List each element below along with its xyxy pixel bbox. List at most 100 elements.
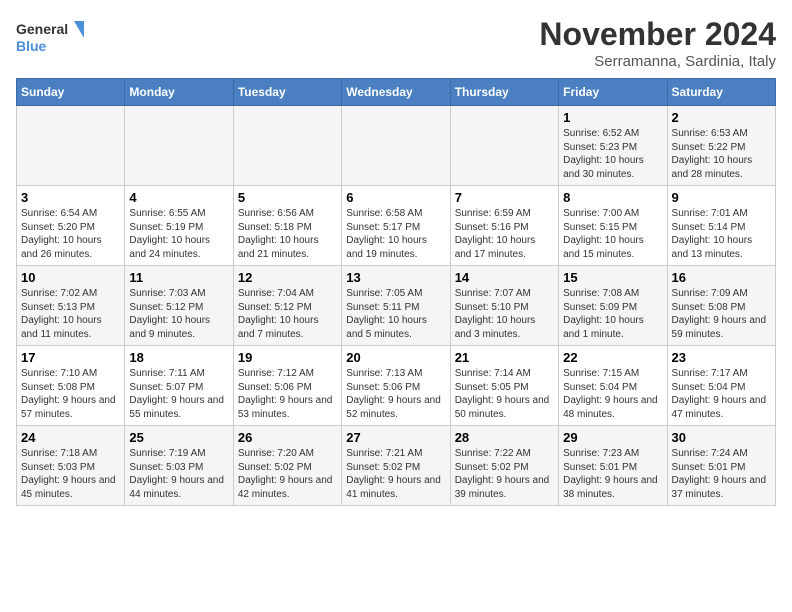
day-cell: 3 Sunrise: 6:54 AM Sunset: 5:20 PM Daylig…: [17, 186, 125, 266]
day-cell: 17 Sunrise: 7:10 AM Sunset: 5:08 PM Dayli…: [17, 346, 125, 426]
week-row-2: 3 Sunrise: 6:54 AM Sunset: 5:20 PM Daylig…: [17, 186, 776, 266]
day-number: 23: [672, 350, 771, 365]
day-cell: 1 Sunrise: 6:52 AM Sunset: 5:23 PM Daylig…: [559, 106, 667, 186]
logo-svg: General Blue: [16, 16, 86, 61]
day-cell: 11Sunrise: 7:03 AM Sunset: 5:12 PM Dayli…: [125, 266, 233, 346]
week-row-1: 1 Sunrise: 6:52 AM Sunset: 5:23 PM Daylig…: [17, 106, 776, 186]
day-number: 13: [346, 270, 445, 285]
day-info: Sunrise: 7:17 AM Sunset: 5:04 PM Dayligh…: [672, 367, 771, 421]
day-cell: 28 Sunrise: 7:22 AM Sunset: 5:02 PM Dayli…: [450, 426, 558, 506]
month-title: November 2024: [539, 16, 776, 53]
day-number: 28: [455, 430, 554, 445]
day-info: Sunrise: 6:54 AM Sunset: 5:20 PM Dayligh…: [21, 207, 120, 261]
day-info: Sunrise: 7:11 AM Sunset: 5:07 PM Dayligh…: [129, 367, 228, 421]
day-info: Sunrise: 6:52 AM Sunset: 5:23 PM Dayligh…: [563, 127, 662, 181]
calendar-table: SundayMondayTuesdayWednesdayThursdayFrid…: [16, 78, 776, 506]
day-number: 11: [129, 270, 228, 285]
day-cell: 7Sunrise: 6:59 AM Sunset: 5:16 PM Daylig…: [450, 186, 558, 266]
day-info: Sunrise: 7:22 AM Sunset: 5:02 PM Dayligh…: [455, 447, 554, 501]
day-number: 1: [563, 110, 662, 125]
day-cell: 22Sunrise: 7:15 AM Sunset: 5:04 PM Dayli…: [559, 346, 667, 426]
subtitle: Serramanna, Sardinia, Italy: [539, 53, 776, 70]
day-cell: 20 Sunrise: 7:13 AM Sunset: 5:06 PM Dayli…: [342, 346, 450, 426]
day-cell: 30 Sunrise: 7:24 AM Sunset: 5:01 PM Dayli…: [667, 426, 775, 506]
day-cell: 24 Sunrise: 7:18 AM Sunset: 5:03 PM Dayli…: [17, 426, 125, 506]
column-header-sunday: Sunday: [17, 79, 125, 106]
day-cell: 16Sunrise: 7:09 AM Sunset: 5:08 PM Dayli…: [667, 266, 775, 346]
day-number: 12: [238, 270, 337, 285]
day-info: Sunrise: 7:07 AM Sunset: 5:10 PM Dayligh…: [455, 287, 554, 341]
day-number: 15: [563, 270, 662, 285]
day-cell: 9 Sunrise: 7:01 AM Sunset: 5:14 PM Daylig…: [667, 186, 775, 266]
day-number: 26: [238, 430, 337, 445]
column-header-monday: Monday: [125, 79, 233, 106]
day-cell: 13 Sunrise: 7:05 AM Sunset: 5:11 PM Dayli…: [342, 266, 450, 346]
day-info: Sunrise: 7:12 AM Sunset: 5:06 PM Dayligh…: [238, 367, 337, 421]
day-info: Sunrise: 7:13 AM Sunset: 5:06 PM Dayligh…: [346, 367, 445, 421]
day-number: 24: [21, 430, 120, 445]
svg-text:General: General: [16, 21, 68, 37]
day-number: 19: [238, 350, 337, 365]
day-number: 7: [455, 190, 554, 205]
day-cell: 4 Sunrise: 6:55 AM Sunset: 5:19 PM Daylig…: [125, 186, 233, 266]
svg-text:Blue: Blue: [16, 38, 47, 54]
day-number: 3: [21, 190, 120, 205]
header: General Blue November 2024 Serramanna, S…: [16, 16, 776, 70]
day-number: 6: [346, 190, 445, 205]
day-cell: [450, 106, 558, 186]
day-cell: [342, 106, 450, 186]
day-info: Sunrise: 7:20 AM Sunset: 5:02 PM Dayligh…: [238, 447, 337, 501]
day-number: 16: [672, 270, 771, 285]
day-info: Sunrise: 6:58 AM Sunset: 5:17 PM Dayligh…: [346, 207, 445, 261]
day-info: Sunrise: 7:15 AM Sunset: 5:04 PM Dayligh…: [563, 367, 662, 421]
day-cell: [233, 106, 341, 186]
day-cell: 29Sunrise: 7:23 AM Sunset: 5:01 PM Dayli…: [559, 426, 667, 506]
day-number: 14: [455, 270, 554, 285]
day-number: 30: [672, 430, 771, 445]
day-number: 20: [346, 350, 445, 365]
day-info: Sunrise: 7:04 AM Sunset: 5:12 PM Dayligh…: [238, 287, 337, 341]
day-number: 17: [21, 350, 120, 365]
day-info: Sunrise: 6:55 AM Sunset: 5:19 PM Dayligh…: [129, 207, 228, 261]
day-cell: 8 Sunrise: 7:00 AM Sunset: 5:15 PM Daylig…: [559, 186, 667, 266]
day-cell: 2Sunrise: 6:53 AM Sunset: 5:22 PM Daylig…: [667, 106, 775, 186]
day-number: 8: [563, 190, 662, 205]
day-cell: 15Sunrise: 7:08 AM Sunset: 5:09 PM Dayli…: [559, 266, 667, 346]
header-row: SundayMondayTuesdayWednesdayThursdayFrid…: [17, 79, 776, 106]
column-header-wednesday: Wednesday: [342, 79, 450, 106]
day-info: Sunrise: 7:05 AM Sunset: 5:11 PM Dayligh…: [346, 287, 445, 341]
day-cell: 21Sunrise: 7:14 AM Sunset: 5:05 PM Dayli…: [450, 346, 558, 426]
day-cell: 18Sunrise: 7:11 AM Sunset: 5:07 PM Dayli…: [125, 346, 233, 426]
day-cell: 10Sunrise: 7:02 AM Sunset: 5:13 PM Dayli…: [17, 266, 125, 346]
day-number: 21: [455, 350, 554, 365]
day-number: 25: [129, 430, 228, 445]
day-number: 9: [672, 190, 771, 205]
day-cell: 6 Sunrise: 6:58 AM Sunset: 5:17 PM Daylig…: [342, 186, 450, 266]
day-info: Sunrise: 7:21 AM Sunset: 5:02 PM Dayligh…: [346, 447, 445, 501]
day-number: 29: [563, 430, 662, 445]
week-row-3: 10Sunrise: 7:02 AM Sunset: 5:13 PM Dayli…: [17, 266, 776, 346]
day-info: Sunrise: 7:18 AM Sunset: 5:03 PM Dayligh…: [21, 447, 120, 501]
column-header-saturday: Saturday: [667, 79, 775, 106]
day-cell: 26 Sunrise: 7:20 AM Sunset: 5:02 PM Dayli…: [233, 426, 341, 506]
day-info: Sunrise: 6:56 AM Sunset: 5:18 PM Dayligh…: [238, 207, 337, 261]
day-cell: 23 Sunrise: 7:17 AM Sunset: 5:04 PM Dayli…: [667, 346, 775, 426]
day-number: 10: [21, 270, 120, 285]
day-info: Sunrise: 7:10 AM Sunset: 5:08 PM Dayligh…: [21, 367, 120, 421]
day-info: Sunrise: 7:01 AM Sunset: 5:14 PM Dayligh…: [672, 207, 771, 261]
day-cell: 27 Sunrise: 7:21 AM Sunset: 5:02 PM Dayli…: [342, 426, 450, 506]
day-cell: 5 Sunrise: 6:56 AM Sunset: 5:18 PM Daylig…: [233, 186, 341, 266]
day-cell: 12 Sunrise: 7:04 AM Sunset: 5:12 PM Dayli…: [233, 266, 341, 346]
day-number: 5: [238, 190, 337, 205]
logo: General Blue: [16, 16, 86, 61]
column-header-tuesday: Tuesday: [233, 79, 341, 106]
day-number: 27: [346, 430, 445, 445]
day-number: 4: [129, 190, 228, 205]
day-info: Sunrise: 7:00 AM Sunset: 5:15 PM Dayligh…: [563, 207, 662, 261]
day-cell: 14 Sunrise: 7:07 AM Sunset: 5:10 PM Dayli…: [450, 266, 558, 346]
day-info: Sunrise: 7:24 AM Sunset: 5:01 PM Dayligh…: [672, 447, 771, 501]
day-info: Sunrise: 6:53 AM Sunset: 5:22 PM Dayligh…: [672, 127, 771, 181]
week-row-5: 24 Sunrise: 7:18 AM Sunset: 5:03 PM Dayli…: [17, 426, 776, 506]
week-row-4: 17 Sunrise: 7:10 AM Sunset: 5:08 PM Dayli…: [17, 346, 776, 426]
title-area: November 2024 Serramanna, Sardinia, Ital…: [539, 16, 776, 70]
